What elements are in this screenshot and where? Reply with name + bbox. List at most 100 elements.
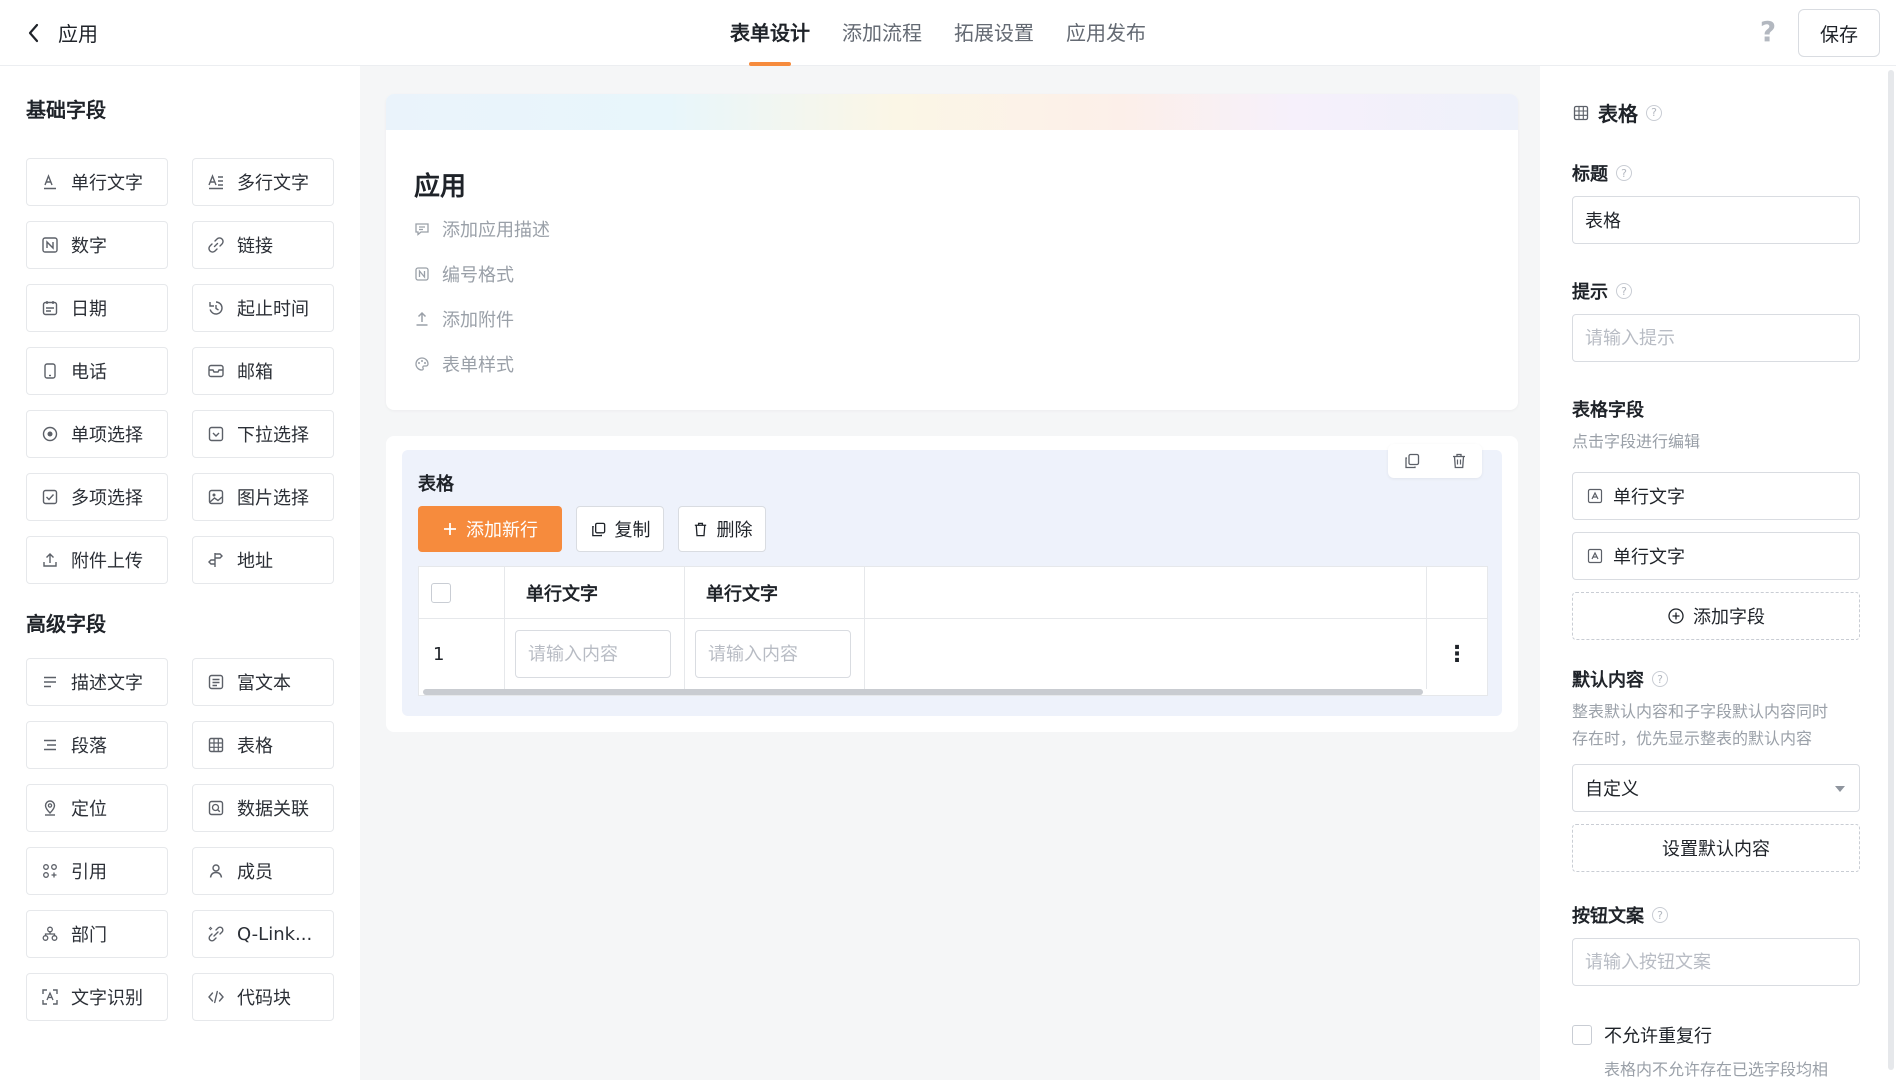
column-header[interactable]: 单行文字 (505, 567, 685, 618)
field-single-choice[interactable]: 单项选择 (26, 410, 168, 458)
add-row-button[interactable]: 添加新行 (418, 506, 562, 552)
horizontal-scrollbar[interactable] (423, 689, 1423, 695)
form-style-action[interactable]: 表单样式 (414, 351, 514, 377)
field-ocr[interactable]: 文字识别 (26, 973, 168, 1021)
button-text-input[interactable] (1572, 938, 1860, 986)
field-reference[interactable]: 引用 (26, 847, 168, 895)
help-circle-icon[interactable]: ? (1652, 671, 1668, 687)
help-circle-icon[interactable]: ? (1646, 104, 1662, 121)
address-icon (208, 553, 223, 567)
tab-extension-settings[interactable]: 拓展设置 (954, 0, 1034, 66)
action-label: 添加应用描述 (442, 220, 550, 241)
no-duplicate-hint: 表格内不允许存在已选字段均相 (1604, 1060, 1829, 1079)
field-single-line-text[interactable]: 单行文字 (26, 158, 168, 206)
help-circle-icon[interactable]: ? (1616, 283, 1632, 299)
field-date[interactable]: 日期 (26, 284, 168, 332)
hint-input[interactable] (1572, 314, 1860, 362)
field-member[interactable]: 成员 (192, 847, 334, 895)
radio-icon (42, 426, 58, 442)
field-label: 多项选择 (71, 488, 143, 509)
field-data-relation[interactable]: 数据关联 (192, 784, 334, 832)
form-title[interactable]: 应用 (414, 166, 466, 203)
table-cell (685, 619, 865, 689)
field-phone[interactable]: 电话 (26, 347, 168, 395)
component-type-header: 表格 ? (1572, 98, 1662, 127)
cell-input[interactable] (695, 630, 851, 678)
text-multiline-icon (208, 174, 223, 190)
field-address[interactable]: 地址 (192, 536, 334, 584)
department-icon (42, 926, 58, 941)
sub-field-item[interactable]: 单行文字 (1572, 532, 1860, 580)
help-icon[interactable]: ? (1756, 16, 1780, 48)
field-label: 附件上传 (71, 551, 143, 572)
tab-form-design[interactable]: 表单设计 (730, 0, 810, 66)
data-table: 单行文字 单行文字 1 ⋮ (418, 566, 1488, 696)
field-paragraph[interactable]: 段落 (26, 721, 168, 769)
field-time-range[interactable]: 起止时间 (192, 284, 334, 332)
field-location[interactable]: 定位 (26, 784, 168, 832)
plus-circle-icon (1668, 608, 1684, 624)
qlink-icon (208, 926, 224, 942)
field-multi-line-text[interactable]: 多行文字 (192, 158, 334, 206)
action-label: 编号格式 (442, 265, 514, 286)
field-label: 富文本 (237, 673, 291, 694)
field-code-block[interactable]: 代码块 (192, 973, 334, 1021)
duplicate-component-button[interactable] (1403, 452, 1421, 470)
caret-down-icon (1835, 786, 1845, 792)
field-link[interactable]: 链接 (192, 221, 334, 269)
set-default-button[interactable]: 设置默认内容 (1572, 824, 1860, 872)
table-component-card[interactable]: 表格 添加新行 复制 删除 单行文字 单行文字 1 请输入内容 请输入内容 ⋮ (386, 436, 1518, 732)
field-multi-choice[interactable]: 多项选择 (26, 473, 168, 521)
row-more-icon[interactable]: ⋮ (1427, 619, 1487, 689)
field-label: 部门 (71, 925, 107, 946)
comment-icon (415, 223, 429, 236)
field-label: 日期 (71, 299, 107, 320)
field-label: 下拉选择 (237, 425, 309, 446)
default-label-row: 默认内容 ? (1572, 666, 1668, 692)
time-range-icon (209, 301, 223, 315)
default-content-select[interactable]: 自定义 (1572, 764, 1860, 812)
select-all-checkbox[interactable] (431, 582, 451, 603)
plus-icon (444, 523, 456, 535)
back-button[interactable]: 应用 (24, 18, 98, 47)
default-hint-line-1: 整表默认内容和子字段默认内容同时 (1572, 702, 1829, 721)
field-table[interactable]: 表格 (192, 721, 334, 769)
tab-add-flow[interactable]: 添加流程 (842, 0, 922, 66)
image-icon (208, 489, 224, 505)
delete-component-button[interactable] (1450, 452, 1468, 470)
field-label: 单项选择 (71, 425, 143, 446)
button-label: 添加新行 (466, 520, 538, 541)
add-description-action[interactable]: 添加应用描述 (414, 216, 550, 242)
cell-input[interactable] (515, 630, 671, 678)
table-component-selected[interactable]: 表格 添加新行 复制 删除 单行文字 单行文字 1 请输入内容 请输入内容 ⋮ (402, 444, 1502, 716)
number-format-action[interactable]: 编号格式 (414, 261, 514, 287)
field-label: 定位 (71, 799, 107, 820)
field-email[interactable]: 邮箱 (192, 347, 334, 395)
advanced-fields-title: 高级字段 (26, 612, 106, 636)
help-circle-icon[interactable]: ? (1652, 907, 1668, 923)
tab-publish[interactable]: 应用发布 (1066, 0, 1146, 66)
save-button[interactable]: 保存 (1798, 9, 1880, 57)
help-circle-icon[interactable]: ? (1616, 165, 1632, 181)
add-field-button[interactable]: 添加字段 (1572, 592, 1860, 640)
field-attachment[interactable]: 附件上传 (26, 536, 168, 584)
title-input[interactable] (1572, 196, 1860, 244)
field-number[interactable]: 数字 (26, 221, 168, 269)
add-attachment-action[interactable]: 添加附件 (414, 306, 514, 332)
no-duplicate-row[interactable]: 不允许重复行 (1572, 1022, 1712, 1048)
field-description[interactable]: 描述文字 (26, 658, 168, 706)
page-scrollbar[interactable] (1888, 70, 1894, 1070)
form-header-card: 应用 添加应用描述 编号格式 添加附件 表单样式 (386, 94, 1518, 410)
field-department[interactable]: 部门 (26, 910, 168, 958)
column-header[interactable]: 单行文字 (685, 567, 865, 618)
description-icon (44, 676, 56, 688)
table-fields-hint: 点击字段进行编辑 (1572, 432, 1701, 451)
field-dropdown[interactable]: 下拉选择 (192, 410, 334, 458)
sub-field-item[interactable]: 单行文字 (1572, 472, 1860, 520)
field-image-choice[interactable]: 图片选择 (192, 473, 334, 521)
copy-rows-button[interactable]: 复制 (576, 506, 664, 552)
field-rich-text[interactable]: 富文本 (192, 658, 334, 706)
field-q-link[interactable]: Q-Link... (192, 910, 334, 958)
delete-rows-button[interactable]: 删除 (678, 506, 766, 552)
no-duplicate-checkbox[interactable] (1572, 1025, 1592, 1045)
